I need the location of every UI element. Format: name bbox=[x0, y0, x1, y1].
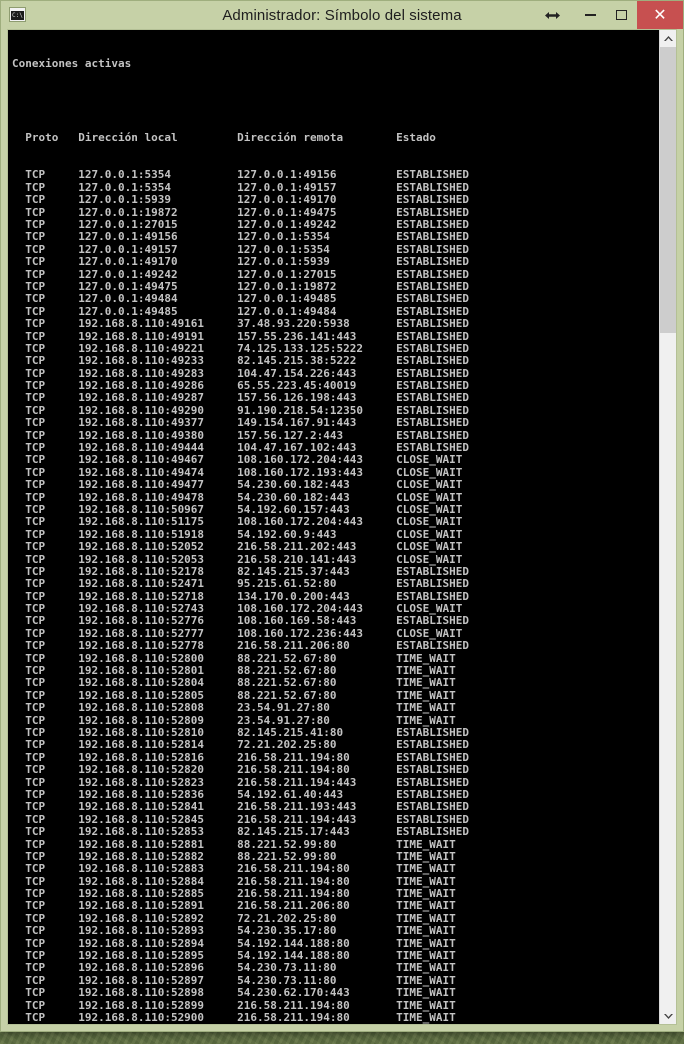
minimize-icon bbox=[585, 14, 596, 16]
connection-row: TCP 192.168.8.110:52898 54.230.62.170:44… bbox=[12, 986, 456, 1000]
console-icon-text: C:\. bbox=[11, 11, 24, 20]
connection-row: TCP 192.168.8.110:52820 216.58.211.194:8… bbox=[12, 763, 469, 777]
maximize-icon bbox=[616, 10, 627, 20]
connection-row: TCP 192.168.8.110:52778 216.58.211.206:8… bbox=[12, 639, 469, 653]
connection-row: TCP 192.168.8.110:51175 108.160.172.204:… bbox=[12, 515, 463, 529]
console-client-area[interactable]: Conexiones activas Proto Dirección local… bbox=[7, 29, 677, 1025]
connection-row: TCP 127.0.0.1:49170 127.0.0.1:5939 ESTAB… bbox=[12, 255, 469, 269]
connection-row: TCP 127.0.0.1:5354 127.0.0.1:49156 ESTAB… bbox=[12, 168, 469, 182]
connection-row: TCP 192.168.8.110:49477 54.230.60.182:44… bbox=[12, 478, 463, 492]
vertical-scrollbar[interactable] bbox=[659, 30, 676, 1024]
connection-row: TCP 192.168.8.110:52883 216.58.211.194:8… bbox=[12, 862, 456, 876]
console-icon: C:\. bbox=[9, 7, 26, 22]
connection-row: TCP 192.168.8.110:49467 108.160.172.204:… bbox=[12, 453, 463, 467]
connection-row: TCP 192.168.8.110:52804 88.221.52.67:80 … bbox=[12, 676, 456, 690]
connection-row: TCP 127.0.0.1:5939 127.0.0.1:49170 ESTAB… bbox=[12, 193, 469, 207]
minimize-button[interactable] bbox=[575, 1, 606, 29]
scrollbar-thumb[interactable] bbox=[660, 47, 676, 333]
connection-row: TCP 192.168.8.110:52471 95.215.61.52:80 … bbox=[12, 577, 469, 591]
connection-row: TCP 192.168.8.110:52814 72.21.202.25:80 … bbox=[12, 738, 469, 752]
resize-arrows-icon[interactable] bbox=[529, 1, 575, 29]
connection-row: TCP 192.168.8.110:52893 54.230.35.17:80 … bbox=[12, 924, 456, 938]
connection-row: TCP 192.168.8.110:52896 54.230.73.11:80 … bbox=[12, 961, 456, 975]
connection-row: TCP 192.168.8.110:52853 82.145.215.17:44… bbox=[12, 825, 469, 839]
connection-row: TCP 192.168.8.110:52808 23.54.91.27:80 T… bbox=[12, 701, 456, 715]
scroll-down-arrow-icon[interactable] bbox=[660, 1007, 676, 1024]
column-header-row: Proto Dirección local Dirección remota E… bbox=[12, 131, 436, 145]
connection-row: TCP 192.168.8.110:49377 149.154.167.91:4… bbox=[12, 416, 469, 430]
close-button[interactable]: ✕ bbox=[637, 1, 683, 29]
connection-row: TCP 192.168.8.110:52891 216.58.211.206:8… bbox=[12, 899, 456, 913]
connection-row: TCP 127.0.0.1:49156 127.0.0.1:5354 ESTAB… bbox=[12, 230, 469, 244]
connection-row: TCP 127.0.0.1:49484 127.0.0.1:49485 ESTA… bbox=[12, 292, 469, 306]
connection-row: TCP 192.168.8.110:49233 82.145.215.38:52… bbox=[12, 354, 469, 368]
maximize-button[interactable] bbox=[606, 1, 637, 29]
connection-row: TCP 192.168.8.110:52841 216.58.211.193:4… bbox=[12, 800, 469, 814]
connection-rows: TCP 127.0.0.1:5354 127.0.0.1:49156 ESTAB… bbox=[12, 169, 659, 1024]
window-controls: ✕ bbox=[529, 1, 683, 29]
connection-row: TCP 192.168.8.110:49161 37.48.93.220:593… bbox=[12, 317, 469, 331]
scroll-up-arrow-icon[interactable] bbox=[660, 30, 676, 47]
connection-row: TCP 192.168.8.110:52052 216.58.211.202:4… bbox=[12, 540, 463, 554]
command-prompt-window: C:\. Administrador: Símbolo del sistema … bbox=[0, 0, 684, 1032]
connection-row: TCP 192.168.8.110:49287 157.56.126.198:4… bbox=[12, 391, 469, 405]
output-heading: Conexiones activas bbox=[12, 56, 132, 70]
title-bar[interactable]: C:\. Administrador: Símbolo del sistema … bbox=[1, 1, 683, 29]
connection-row: TCP 192.168.8.110:52900 216.58.211.194:8… bbox=[12, 1010, 456, 1024]
netstat-output: Conexiones activas Proto Dirección local… bbox=[8, 30, 659, 1024]
